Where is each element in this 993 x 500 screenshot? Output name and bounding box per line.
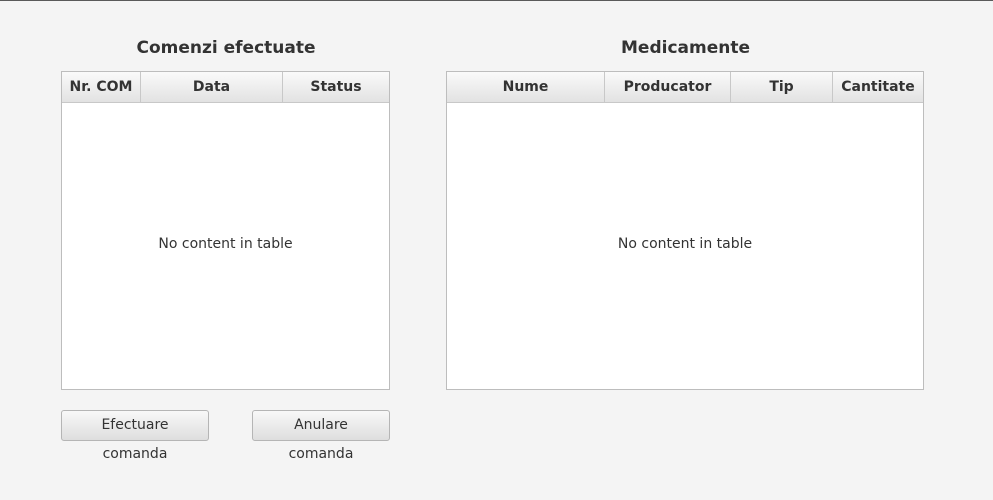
orders-table[interactable]: Nr. COM Data Status No content in table <box>61 71 390 390</box>
medicines-table[interactable]: Nume Producator Tip Cantitate No content… <box>446 71 924 390</box>
orders-table-body[interactable]: No content in table <box>62 103 389 389</box>
column-header-data[interactable]: Data <box>141 72 283 102</box>
place-order-button[interactable]: Efectuare comanda <box>61 410 209 462</box>
column-header-status[interactable]: Status <box>283 72 389 102</box>
column-header-nr-com[interactable]: Nr. COM <box>62 72 141 102</box>
orders-table-placeholder: No content in table <box>158 236 293 252</box>
window-top-border <box>0 0 993 1</box>
medicines-table-placeholder: No content in table <box>617 236 753 252</box>
column-header-producator[interactable]: Producator <box>605 72 731 102</box>
medicines-table-body[interactable]: No content in table <box>447 103 923 389</box>
medicines-title: Medicamente <box>621 38 750 58</box>
cancel-order-button[interactable]: Anulare comanda <box>252 410 390 462</box>
column-header-nume[interactable]: Nume <box>447 72 605 102</box>
column-header-tip[interactable]: Tip <box>731 72 833 102</box>
orders-title: Comenzi efectuate <box>136 38 316 58</box>
orders-table-header: Nr. COM Data Status <box>62 72 389 103</box>
column-header-cantitate[interactable]: Cantitate <box>833 72 923 102</box>
medicines-table-header: Nume Producator Tip Cantitate <box>447 72 923 103</box>
